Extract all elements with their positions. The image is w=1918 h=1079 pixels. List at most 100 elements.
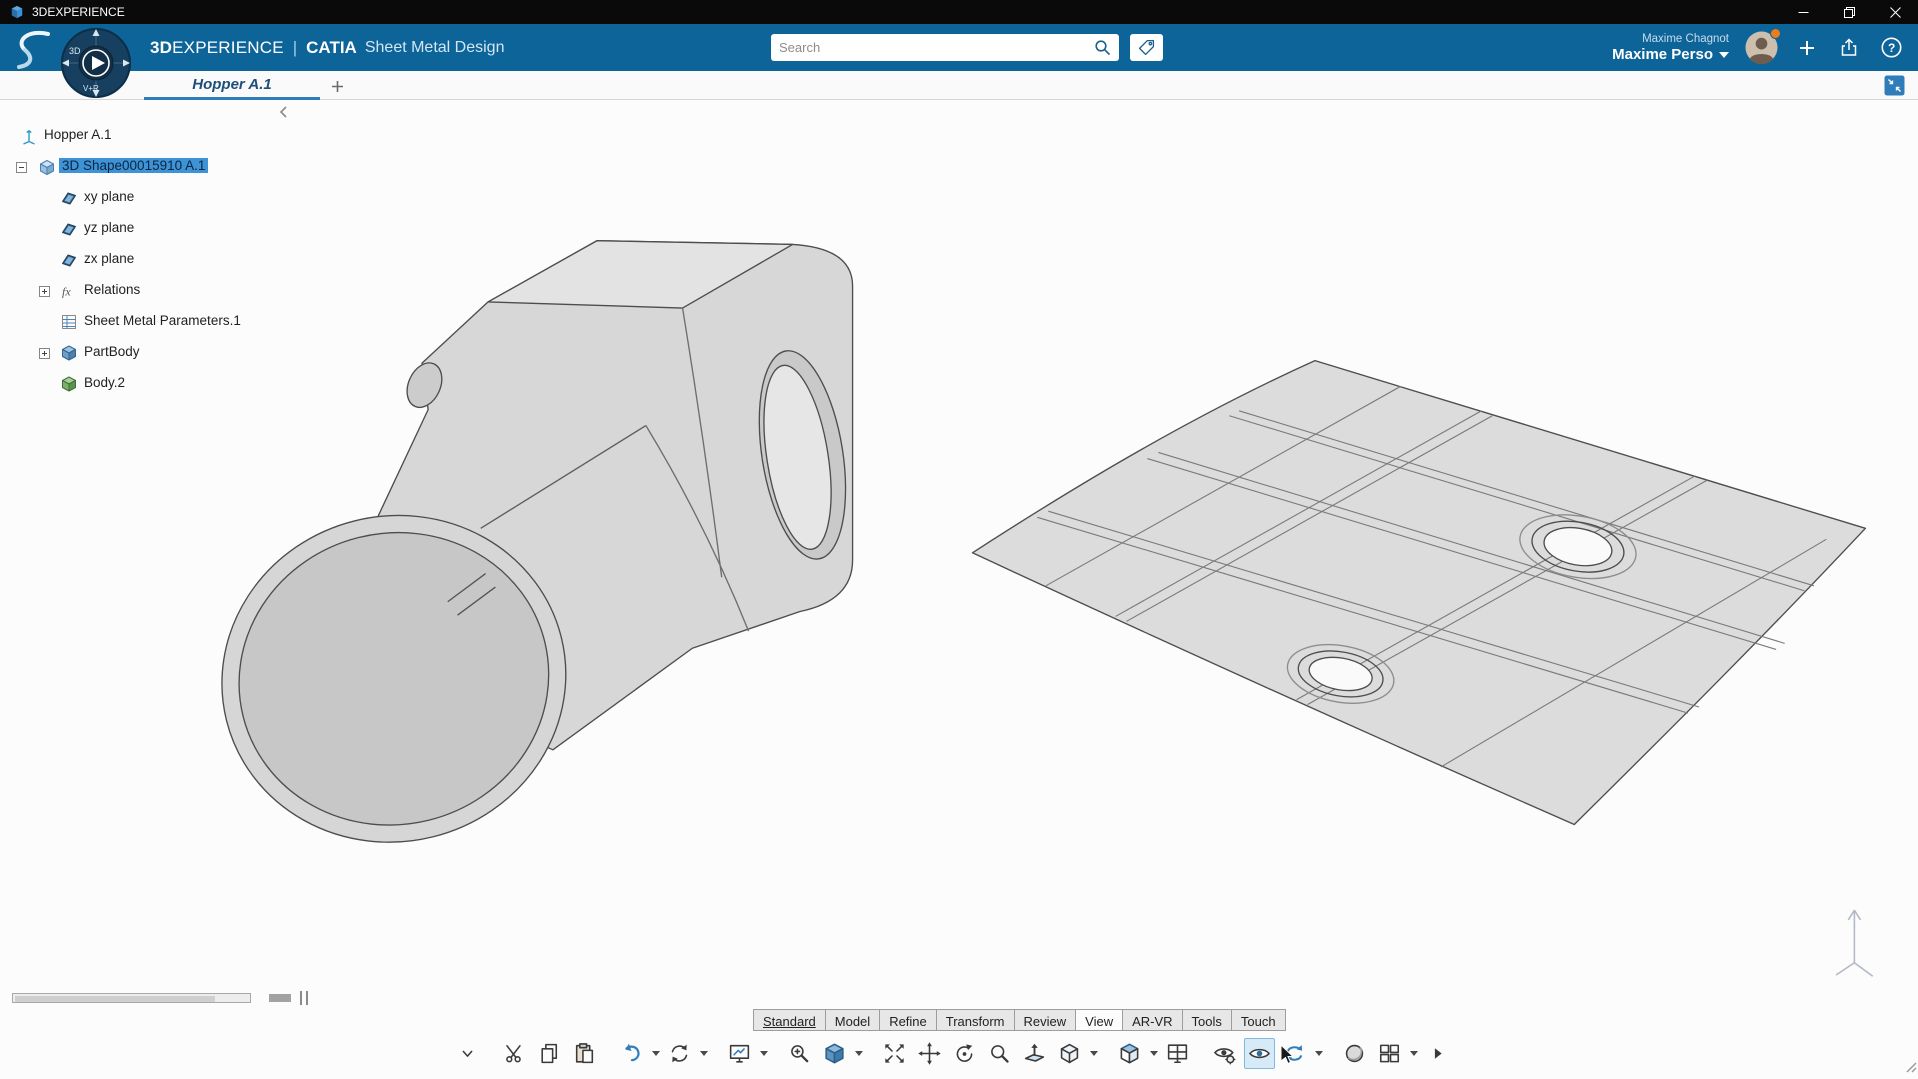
tool-split-view-dropdown-arrow[interactable]: [1409, 1038, 1418, 1069]
tree-collapse-chevron[interactable]: [276, 104, 292, 120]
scrollbar-track[interactable]: [12, 993, 251, 1003]
flattened-sheet-model[interactable]: [971, 359, 1867, 826]
tool-multi-view[interactable]: [1162, 1038, 1193, 1069]
tool-pan[interactable]: [914, 1038, 945, 1069]
brand-text: 3D EXPERIENCE | CATIA Sheet Metal Design: [150, 24, 504, 71]
tree-expander-minus-icon[interactable]: [16, 162, 27, 173]
tool-more-tools[interactable]: [1422, 1038, 1453, 1069]
scrollbar-thumb[interactable]: [15, 996, 215, 1002]
tool-iso-view[interactable]: [1054, 1038, 1085, 1069]
tree-item-relations[interactable]: fx Relations: [0, 276, 320, 307]
normal-view-icon: [1022, 1041, 1047, 1066]
3d-viewport[interactable]: Hopper A.1 3D Shape00015910 A.1 xy plane yz…: [0, 100, 1918, 1079]
tool-paste[interactable]: [569, 1038, 600, 1069]
tool-undo[interactable]: [616, 1038, 647, 1069]
ribbon-tab-view[interactable]: View: [1075, 1009, 1124, 1031]
tree-item-partbody[interactable]: PartBody: [0, 338, 320, 369]
tool-swap-visible-space-dropdown-arrow[interactable]: [1314, 1038, 1323, 1069]
add-content-button[interactable]: [1794, 35, 1820, 61]
tree-item-yz-plane[interactable]: yz plane: [0, 214, 320, 245]
collapse-viewport-button[interactable]: [1884, 75, 1905, 96]
tool-update-dropdown-arrow[interactable]: [699, 1038, 708, 1069]
search-bar[interactable]: [771, 34, 1119, 61]
tool-normal-view[interactable]: [1019, 1038, 1050, 1069]
tool-swap-visible-space[interactable]: [1279, 1038, 1310, 1069]
tree-expander-plus-icon[interactable]: [39, 348, 50, 359]
tool-toolbar-collapse[interactable]: [452, 1038, 483, 1069]
tool-split-view[interactable]: [1374, 1038, 1405, 1069]
tool-render-style[interactable]: [1114, 1038, 1145, 1069]
tree-item-label[interactable]: yz plane: [84, 220, 134, 235]
ribbon-tab-refine[interactable]: Refine: [879, 1009, 937, 1031]
3dexperience-compass[interactable]: 3D V+R: [60, 27, 132, 99]
tree-item-label[interactable]: zx plane: [84, 251, 134, 266]
tool-view-modes-dropdown-arrow[interactable]: [759, 1038, 768, 1069]
split-view-icon: [1377, 1041, 1402, 1066]
tool-update[interactable]: [664, 1038, 695, 1069]
restore-button[interactable]: [1826, 0, 1872, 24]
tool-undo-dropdown-arrow[interactable]: [651, 1038, 660, 1069]
ribbon-tab-model[interactable]: Model: [824, 1009, 881, 1031]
ribbon-tab-transform[interactable]: Transform: [935, 1009, 1015, 1031]
avatar[interactable]: [1745, 28, 1781, 64]
ribbon-tab-ar-vr[interactable]: AR-VR: [1122, 1009, 1183, 1031]
tree-item-label[interactable]: Hopper A.1: [44, 127, 112, 142]
compass-3d-label: 3D: [69, 46, 81, 56]
search-icon[interactable]: [1094, 39, 1111, 56]
tool-visibility-options[interactable]: [1209, 1038, 1240, 1069]
tree-item-label[interactable]: 3D Shape00015910 A.1: [59, 158, 209, 173]
tree-item-3d-shape00015910-a-1[interactable]: 3D Shape00015910 A.1: [0, 152, 320, 183]
tool-cut[interactable]: [499, 1038, 530, 1069]
tool-ambience[interactable]: [1339, 1038, 1370, 1069]
resize-grip[interactable]: [1903, 1059, 1917, 1078]
tool-hide-show[interactable]: [1244, 1037, 1275, 1069]
ribbon-tab-touch[interactable]: Touch: [1230, 1009, 1286, 1031]
tool-render-style-dropdown-arrow[interactable]: [1149, 1038, 1158, 1069]
tree-item-hopper-a-1[interactable]: Hopper A.1: [0, 121, 320, 152]
search-input[interactable]: [779, 40, 1094, 55]
minimize-button[interactable]: [1780, 0, 1826, 24]
tree-item-label[interactable]: Relations: [84, 282, 140, 297]
user-menu[interactable]: Maxime Chagnot Maxime Perso: [1612, 33, 1729, 63]
splitter-grip[interactable]: [300, 991, 308, 1005]
plane-icon: [60, 220, 78, 238]
scrollbar-segment[interactable]: [269, 994, 291, 1002]
close-button[interactable]: [1872, 0, 1918, 24]
tree-item-label[interactable]: Sheet Metal Parameters.1: [84, 313, 241, 328]
brand-3d: 3D: [150, 37, 173, 57]
tool-zoom[interactable]: [984, 1038, 1015, 1069]
help-button[interactable]: ?: [1878, 35, 1904, 61]
tree-item-zx-plane[interactable]: zx plane: [0, 245, 320, 276]
tool-rotate[interactable]: [949, 1038, 980, 1069]
dropdown-caret-icon: [651, 1050, 660, 1056]
app-window: 3DEXPERIENCE 3D V+R 3D EXPERIENCE | CATI…: [0, 0, 1918, 1079]
document-tab-hopper[interactable]: Hopper A.1: [144, 71, 320, 100]
caret-down-icon: [1719, 52, 1729, 58]
tool-iso-view-dropdown-arrow[interactable]: [1089, 1038, 1098, 1069]
brand-app-name: CATIA: [306, 37, 357, 57]
share-button[interactable]: [1836, 35, 1862, 61]
ribbon-tab-review[interactable]: Review: [1013, 1009, 1077, 1031]
dropdown-caret-icon: [1149, 1050, 1158, 1056]
shaded-view-icon: [822, 1041, 847, 1066]
root-axes-icon: [20, 127, 38, 145]
tree-expander-plus-icon[interactable]: [39, 286, 50, 297]
tool-fit-all[interactable]: [879, 1038, 910, 1069]
tree-item-label[interactable]: PartBody: [84, 344, 140, 359]
tree-item-sheet-metal-parameters-1[interactable]: Sheet Metal Parameters.1: [0, 307, 320, 338]
tool-zoom-area[interactable]: [784, 1038, 815, 1069]
tree-item-label[interactable]: Body.2: [84, 375, 125, 390]
ribbon-tab-tools[interactable]: Tools: [1181, 1009, 1232, 1031]
fx-icon: fx: [60, 282, 78, 300]
tool-copy[interactable]: [534, 1038, 565, 1069]
tree-scrollbar[interactable]: [12, 991, 308, 1005]
tool-shaded-view[interactable]: [819, 1038, 850, 1069]
tree-item-body-2[interactable]: Body.2: [0, 369, 320, 400]
tool-shaded-view-dropdown-arrow[interactable]: [854, 1038, 863, 1069]
tree-item-label[interactable]: xy plane: [84, 189, 134, 204]
tool-view-modes[interactable]: [724, 1038, 755, 1069]
ribbon-tab-standard[interactable]: Standard: [753, 1009, 826, 1031]
new-tab-button[interactable]: [326, 75, 348, 97]
tag-button[interactable]: [1130, 34, 1163, 61]
tree-item-xy-plane[interactable]: xy plane: [0, 183, 320, 214]
